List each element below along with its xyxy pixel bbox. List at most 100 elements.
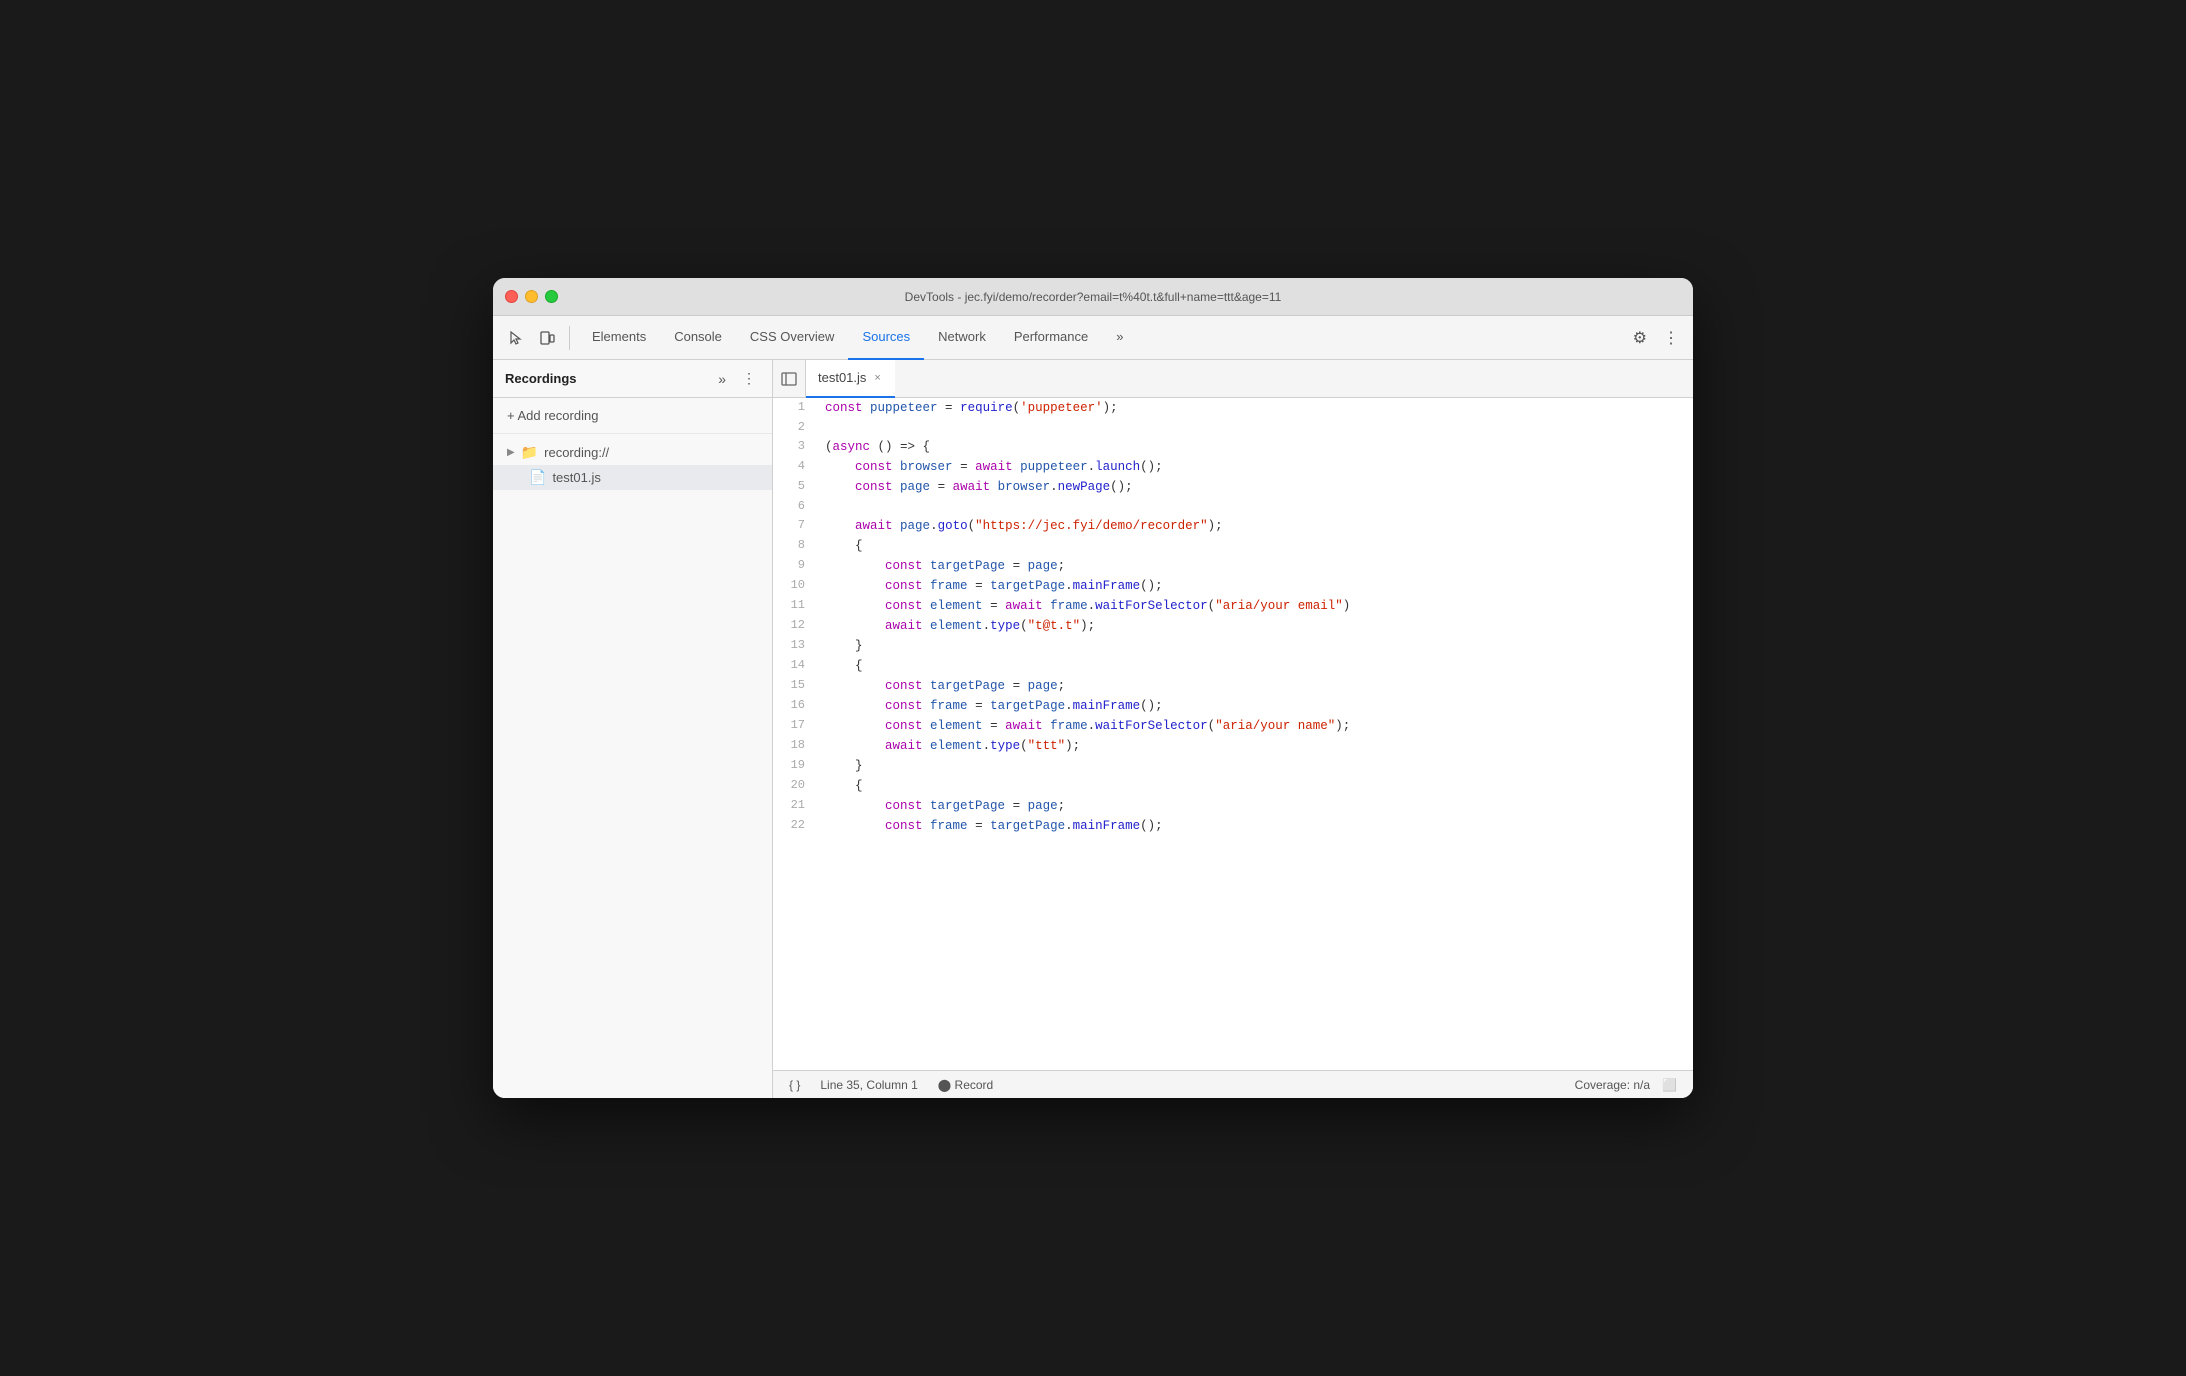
line-code: const element = await frame.waitForSelec… — [817, 716, 1693, 736]
format-button[interactable]: { } — [785, 1076, 804, 1094]
sidebar-header: Recordings » ⋮ — [493, 360, 772, 398]
sidebar-title: Recordings — [505, 371, 706, 386]
code-line: 9 const targetPage = page; — [773, 556, 1693, 576]
line-code: } — [817, 636, 1693, 656]
add-recording-button[interactable]: + Add recording — [493, 398, 772, 434]
line-code: { — [817, 536, 1693, 556]
line-code: const browser = await puppeteer.launch()… — [817, 457, 1693, 477]
line-number: 14 — [773, 656, 817, 676]
line-code — [817, 497, 1693, 516]
editor-tab-close-button[interactable]: × — [872, 371, 882, 385]
code-line: 22 const frame = targetPage.mainFrame(); — [773, 816, 1693, 836]
code-line: 1const puppeteer = require('puppeteer'); — [773, 398, 1693, 418]
folder-arrow-icon: ▶ — [507, 447, 515, 458]
sidebar: Recordings » ⋮ + Add recording ▶ 📁 r — [493, 360, 773, 1098]
line-number: 21 — [773, 796, 817, 816]
line-number: 11 — [773, 596, 817, 616]
toolbar-divider — [569, 326, 570, 350]
line-code: await element.type("ttt"); — [817, 736, 1693, 756]
coverage-label: Coverage: n/a — [1575, 1078, 1650, 1092]
line-number: 6 — [773, 497, 817, 516]
cursor-position: Line 35, Column 1 — [820, 1078, 917, 1092]
line-code: (async () => { — [817, 437, 1693, 457]
devtools-window: DevTools - jec.fyi/demo/recorder?email=t… — [493, 278, 1693, 1098]
code-line: 20 { — [773, 776, 1693, 796]
line-code: const frame = targetPage.mainFrame(); — [817, 696, 1693, 716]
line-number: 17 — [773, 716, 817, 736]
line-number: 22 — [773, 816, 817, 836]
code-line: 13 } — [773, 636, 1693, 656]
tab-elements[interactable]: Elements — [578, 316, 660, 360]
code-line: 4 const browser = await puppeteer.launch… — [773, 457, 1693, 477]
line-number: 1 — [773, 398, 817, 418]
line-code: { — [817, 776, 1693, 796]
code-line: 5 const page = await browser.newPage(); — [773, 477, 1693, 497]
tab-performance[interactable]: Performance — [1000, 316, 1102, 360]
status-right: Coverage: n/a ⬜ — [1575, 1076, 1681, 1094]
line-code: const page = await browser.newPage(); — [817, 477, 1693, 497]
tab-more[interactable]: » — [1102, 316, 1137, 360]
maximize-button[interactable] — [545, 290, 558, 303]
traffic-lights — [505, 290, 558, 303]
status-left: { } Line 35, Column 1 ⬤ Record — [785, 1076, 997, 1094]
line-code: const frame = targetPage.mainFrame(); — [817, 576, 1693, 596]
line-number: 8 — [773, 536, 817, 556]
line-number: 7 — [773, 516, 817, 536]
record-button[interactable]: ⬤ Record — [934, 1076, 997, 1094]
status-bar: { } Line 35, Column 1 ⬤ Record Coverage:… — [773, 1070, 1693, 1098]
line-number: 2 — [773, 418, 817, 437]
device-toggle-button[interactable] — [533, 326, 561, 350]
minimap-button[interactable]: ⬜ — [1658, 1076, 1681, 1094]
cursor-tool-button[interactable] — [501, 326, 529, 350]
main-content: Recordings » ⋮ + Add recording ▶ 📁 r — [493, 360, 1693, 1098]
line-number: 13 — [773, 636, 817, 656]
tab-network[interactable]: Network — [924, 316, 1000, 360]
line-code: const targetPage = page; — [817, 556, 1693, 576]
tree-file-test01[interactable]: 📄 test01.js — [493, 465, 772, 490]
sidebar-tree: ▶ 📁 recording:// 📄 test01.js — [493, 434, 772, 1098]
editor-tab-test01[interactable]: test01.js × — [806, 360, 895, 398]
file-name: test01.js — [552, 470, 600, 485]
settings-button[interactable]: ⚙ — [1627, 324, 1653, 352]
nav-tabs: Elements Console CSS Overview Sources Ne… — [578, 316, 1137, 359]
line-number: 12 — [773, 616, 817, 636]
tree-folder-recording[interactable]: ▶ 📁 recording:// — [493, 440, 772, 465]
line-code: const puppeteer = require('puppeteer'); — [817, 398, 1693, 418]
line-code: } — [817, 756, 1693, 776]
line-code: await page.goto("https://jec.fyi/demo/re… — [817, 516, 1693, 536]
line-code: const element = await frame.waitForSelec… — [817, 596, 1693, 616]
line-number: 15 — [773, 676, 817, 696]
minimize-button[interactable] — [525, 290, 538, 303]
toolbar: Elements Console CSS Overview Sources Ne… — [493, 316, 1693, 360]
sidebar-menu-button[interactable]: ⋮ — [738, 368, 760, 389]
line-number: 5 — [773, 477, 817, 497]
window-title: DevTools - jec.fyi/demo/recorder?email=t… — [905, 290, 1282, 304]
line-code: const targetPage = page; — [817, 676, 1693, 696]
editor-tab-label: test01.js — [818, 370, 866, 385]
code-line: 8 { — [773, 536, 1693, 556]
folder-icon: 📁 — [521, 444, 538, 461]
code-line: 17 const element = await frame.waitForSe… — [773, 716, 1693, 736]
line-code: const frame = targetPage.mainFrame(); — [817, 816, 1693, 836]
line-number: 4 — [773, 457, 817, 477]
tab-sources[interactable]: Sources — [848, 316, 924, 360]
code-line: 14 { — [773, 656, 1693, 676]
editor-area: test01.js × 1const puppeteer = require('… — [773, 360, 1693, 1098]
close-button[interactable] — [505, 290, 518, 303]
line-number: 19 — [773, 756, 817, 776]
code-line: 15 const targetPage = page; — [773, 676, 1693, 696]
code-editor[interactable]: 1const puppeteer = require('puppeteer');… — [773, 398, 1693, 1070]
code-line: 19 } — [773, 756, 1693, 776]
sidebar-toggle-button[interactable] — [773, 360, 806, 398]
code-line: 12 await element.type("t@t.t"); — [773, 616, 1693, 636]
sidebar-expand-button[interactable]: » — [714, 369, 730, 389]
more-options-button[interactable]: ⋮ — [1657, 324, 1685, 352]
code-line: 7 await page.goto("https://jec.fyi/demo/… — [773, 516, 1693, 536]
tab-console[interactable]: Console — [660, 316, 736, 360]
line-number: 3 — [773, 437, 817, 457]
folder-name: recording:// — [544, 445, 609, 460]
code-line: 11 const element = await frame.waitForSe… — [773, 596, 1693, 616]
tab-css-overview[interactable]: CSS Overview — [736, 316, 849, 360]
editor-tabs: test01.js × — [773, 360, 1693, 398]
title-bar: DevTools - jec.fyi/demo/recorder?email=t… — [493, 278, 1693, 316]
